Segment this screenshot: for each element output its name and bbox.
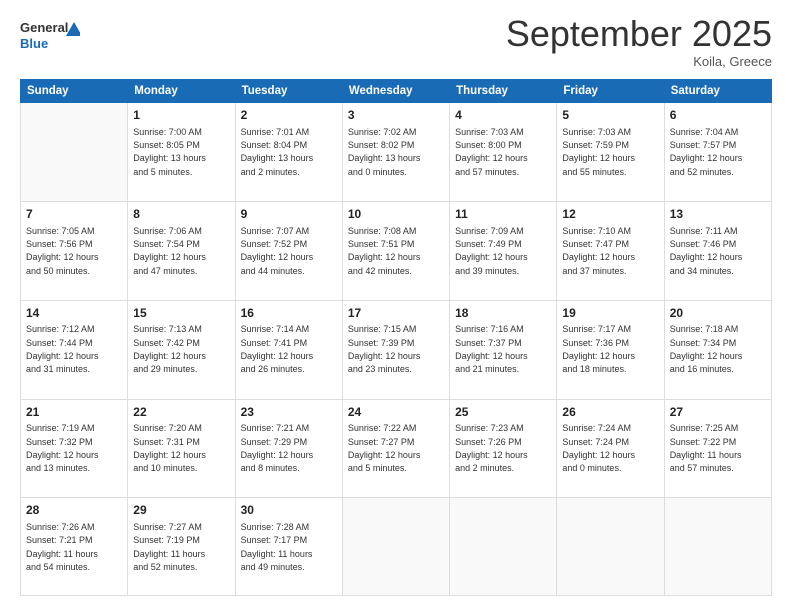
col-wednesday: Wednesday <box>342 80 449 103</box>
table-row: 11Sunrise: 7:09 AMSunset: 7:49 PMDayligh… <box>450 201 557 300</box>
table-row: 30Sunrise: 7:28 AMSunset: 7:17 PMDayligh… <box>235 498 342 596</box>
table-row: 17Sunrise: 7:15 AMSunset: 7:39 PMDayligh… <box>342 300 449 399</box>
table-row <box>664 498 771 596</box>
table-row: 14Sunrise: 7:12 AMSunset: 7:44 PMDayligh… <box>21 300 128 399</box>
table-row: 9Sunrise: 7:07 AMSunset: 7:52 PMDaylight… <box>235 201 342 300</box>
table-row: 29Sunrise: 7:27 AMSunset: 7:19 PMDayligh… <box>128 498 235 596</box>
table-row: 5Sunrise: 7:03 AMSunset: 7:59 PMDaylight… <box>557 103 664 202</box>
col-tuesday: Tuesday <box>235 80 342 103</box>
title-block: September 2025 Koila, Greece <box>506 16 772 69</box>
table-row: 25Sunrise: 7:23 AMSunset: 7:26 PMDayligh… <box>450 399 557 498</box>
table-row: 4Sunrise: 7:03 AMSunset: 8:00 PMDaylight… <box>450 103 557 202</box>
month-title: September 2025 <box>506 16 772 52</box>
table-row: 27Sunrise: 7:25 AMSunset: 7:22 PMDayligh… <box>664 399 771 498</box>
table-row: 8Sunrise: 7:06 AMSunset: 7:54 PMDaylight… <box>128 201 235 300</box>
col-saturday: Saturday <box>664 80 771 103</box>
table-row: 13Sunrise: 7:11 AMSunset: 7:46 PMDayligh… <box>664 201 771 300</box>
table-row: 18Sunrise: 7:16 AMSunset: 7:37 PMDayligh… <box>450 300 557 399</box>
logo-icon: General Blue <box>20 16 80 56</box>
table-row: 6Sunrise: 7:04 AMSunset: 7:57 PMDaylight… <box>664 103 771 202</box>
table-row: 28Sunrise: 7:26 AMSunset: 7:21 PMDayligh… <box>21 498 128 596</box>
table-row <box>557 498 664 596</box>
col-sunday: Sunday <box>21 80 128 103</box>
table-row: 16Sunrise: 7:14 AMSunset: 7:41 PMDayligh… <box>235 300 342 399</box>
calendar-header-row: Sunday Monday Tuesday Wednesday Thursday… <box>21 80 772 103</box>
logo: General Blue <box>20 16 80 56</box>
header: General Blue September 2025 Koila, Greec… <box>20 16 772 69</box>
col-friday: Friday <box>557 80 664 103</box>
table-row: 21Sunrise: 7:19 AMSunset: 7:32 PMDayligh… <box>21 399 128 498</box>
table-row: 26Sunrise: 7:24 AMSunset: 7:24 PMDayligh… <box>557 399 664 498</box>
table-row <box>450 498 557 596</box>
svg-text:Blue: Blue <box>20 36 48 51</box>
table-row: 24Sunrise: 7:22 AMSunset: 7:27 PMDayligh… <box>342 399 449 498</box>
page: General Blue September 2025 Koila, Greec… <box>0 0 792 612</box>
calendar-table: Sunday Monday Tuesday Wednesday Thursday… <box>20 79 772 596</box>
table-row: 1Sunrise: 7:00 AMSunset: 8:05 PMDaylight… <box>128 103 235 202</box>
table-row: 20Sunrise: 7:18 AMSunset: 7:34 PMDayligh… <box>664 300 771 399</box>
table-row: 12Sunrise: 7:10 AMSunset: 7:47 PMDayligh… <box>557 201 664 300</box>
col-monday: Monday <box>128 80 235 103</box>
location: Koila, Greece <box>506 54 772 69</box>
table-row: 7Sunrise: 7:05 AMSunset: 7:56 PMDaylight… <box>21 201 128 300</box>
table-row: 22Sunrise: 7:20 AMSunset: 7:31 PMDayligh… <box>128 399 235 498</box>
table-row: 19Sunrise: 7:17 AMSunset: 7:36 PMDayligh… <box>557 300 664 399</box>
svg-text:General: General <box>20 20 68 35</box>
table-row <box>342 498 449 596</box>
col-thursday: Thursday <box>450 80 557 103</box>
table-row: 10Sunrise: 7:08 AMSunset: 7:51 PMDayligh… <box>342 201 449 300</box>
table-row: 3Sunrise: 7:02 AMSunset: 8:02 PMDaylight… <box>342 103 449 202</box>
table-row: 2Sunrise: 7:01 AMSunset: 8:04 PMDaylight… <box>235 103 342 202</box>
table-row: 23Sunrise: 7:21 AMSunset: 7:29 PMDayligh… <box>235 399 342 498</box>
table-row: 15Sunrise: 7:13 AMSunset: 7:42 PMDayligh… <box>128 300 235 399</box>
table-row <box>21 103 128 202</box>
